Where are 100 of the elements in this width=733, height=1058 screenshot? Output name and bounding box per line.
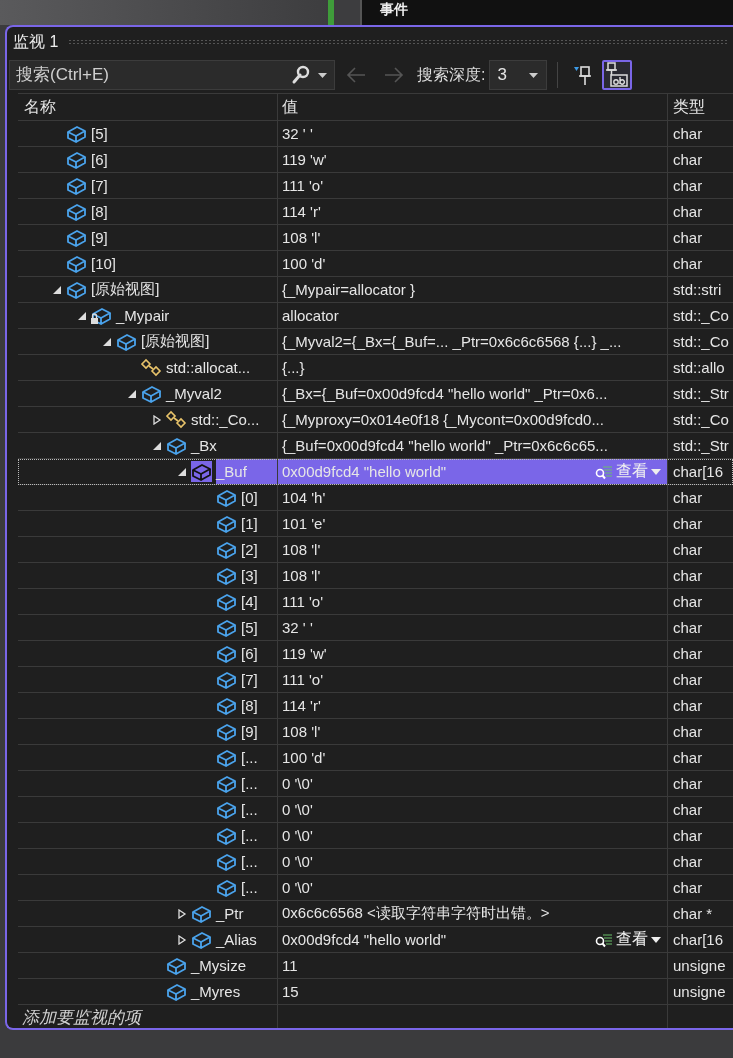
add-watch-field[interactable]: 添加要监视的项 xyxy=(18,1007,277,1028)
column-header[interactable]: 值 xyxy=(282,96,298,118)
variable-name: [3] xyxy=(241,567,258,584)
cube-icon xyxy=(216,539,237,560)
watch-row[interactable]: [原始视图] {_Myval2={_Bx={_Buf=... _Ptr=0x6c6c6568 {...} _... std::_Co xyxy=(18,329,733,355)
collapsed-arrow-icon[interactable] xyxy=(177,934,187,945)
watch-row[interactable]: [9] 108 'l' char xyxy=(18,225,733,251)
pin-value-button[interactable] xyxy=(602,60,633,90)
watch-row[interactable]: [8] 114 'r' char xyxy=(18,693,733,719)
watch-row[interactable]: [... 0 '\0' char xyxy=(18,797,733,823)
variable-value: 104 'h' xyxy=(282,489,326,506)
cube-icon xyxy=(216,643,237,664)
watch-row[interactable]: [... 0 '\0' char xyxy=(18,849,733,875)
expanded-arrow-icon[interactable] xyxy=(77,310,87,321)
cube-icon xyxy=(216,565,237,586)
variable-name: [5] xyxy=(91,125,108,142)
expanded-arrow-icon[interactable] xyxy=(127,388,137,399)
variable-value: 108 'l' xyxy=(282,723,321,740)
watch-row[interactable]: std::_Co... {_Myproxy=0x014e0f18 {_Mycont=0x00d9fcd0... std::_Co xyxy=(18,407,733,433)
column-header[interactable]: 类型 xyxy=(673,96,705,118)
variable-type: char xyxy=(673,723,703,740)
variable-name: [... xyxy=(241,879,258,896)
watch-row[interactable]: [7] 111 'o' char xyxy=(18,667,733,693)
variable-type: char xyxy=(673,671,703,688)
watch-row[interactable]: [0] 104 'h' char xyxy=(18,485,733,511)
column-header[interactable]: 名称 xyxy=(24,96,56,118)
cube-icon xyxy=(191,903,212,924)
watch-row[interactable]: _Myres 15 unsigne xyxy=(18,979,733,1005)
watch-row[interactable]: [9] 108 'l' char xyxy=(18,719,733,745)
variable-type: char xyxy=(673,697,703,714)
watch-row[interactable]: [... 0 '\0' char xyxy=(18,875,733,901)
expanded-arrow-icon[interactable] xyxy=(177,466,187,477)
caret-icon[interactable] xyxy=(318,73,327,78)
variable-type: char xyxy=(673,645,703,662)
watch-row[interactable]: _Alias 0x00d9fcd4 "hello world" 查看 char[16 xyxy=(18,927,733,953)
expanded-arrow-icon[interactable] xyxy=(102,336,112,347)
watch-row[interactable]: _Mysize 11 unsigne xyxy=(18,953,733,979)
cube-icon xyxy=(216,799,237,820)
depth-dropdown[interactable]: 3 xyxy=(489,60,548,90)
cube-icon xyxy=(66,253,87,274)
variable-value: 11 xyxy=(282,957,298,974)
watch-row[interactable]: [8] 114 'r' char xyxy=(18,199,733,225)
cube-icon xyxy=(216,773,237,794)
variable-type: char * xyxy=(673,905,713,922)
variable-name: std::_Co... xyxy=(191,411,260,428)
caret-icon xyxy=(651,936,661,943)
variable-name: [9] xyxy=(241,723,258,740)
watch-row[interactable]: [原始视图] {_Mypair=allocator } std::stri xyxy=(18,277,733,303)
variable-name: [8] xyxy=(91,203,108,220)
linked-diamonds-icon xyxy=(166,409,187,430)
expanded-arrow-icon[interactable] xyxy=(52,284,62,295)
variable-value: 111 'o' xyxy=(282,671,324,688)
variable-value: 0x00d9fcd4 "hello world" xyxy=(282,931,447,948)
watch-row[interactable]: [1] 101 'e' char xyxy=(18,511,733,537)
watch-row[interactable]: _Mypair allocator std::_Co xyxy=(18,303,733,329)
depth-label: 搜索深度: xyxy=(417,64,486,85)
cube-icon xyxy=(216,747,237,768)
cube-icon xyxy=(66,149,87,170)
variable-name: [4] xyxy=(241,593,258,610)
watch-row[interactable]: _Ptr 0x6c6c6568 <读取字符串字符时出错。> char * xyxy=(18,901,733,927)
watch-row[interactable]: [6] 119 'w' char xyxy=(18,147,733,173)
variable-value: 114 'r' xyxy=(282,203,321,220)
watch-row[interactable]: [10] 100 'd' char xyxy=(18,251,733,277)
cube-icon xyxy=(216,851,237,872)
search-field[interactable]: 搜索(Ctrl+E) xyxy=(9,60,335,90)
variable-value: 100 'd' xyxy=(282,255,326,272)
variable-name: [2] xyxy=(241,541,258,558)
view-button[interactable]: 查看 xyxy=(593,929,667,950)
variable-value: {_Bx={_Buf=0x00d9fcd4 "hello world" _Ptr=0x6... xyxy=(282,385,608,402)
variable-type: char xyxy=(673,749,703,766)
variable-value: 108 'l' xyxy=(282,567,321,584)
watch-row[interactable]: [... 0 '\0' char xyxy=(18,771,733,797)
watch-row[interactable]: [7] 111 'o' char xyxy=(18,173,733,199)
variable-value: 111 'o' xyxy=(282,593,324,610)
cube-icon xyxy=(216,669,237,690)
watch-row[interactable]: std::allocat... {...} std::allo xyxy=(18,355,733,381)
cube-icon xyxy=(66,175,87,196)
watch-row[interactable]: [5] 32 ' ' char xyxy=(18,121,733,147)
collapsed-arrow-icon[interactable] xyxy=(177,908,187,919)
variable-name: _Myres xyxy=(191,983,241,1000)
cube-icon xyxy=(216,617,237,638)
view-button[interactable]: 查看 xyxy=(593,461,667,482)
cube-icon xyxy=(66,227,87,248)
watch-row[interactable]: [3] 108 'l' char xyxy=(18,563,733,589)
variable-type: std::_Str xyxy=(673,437,729,454)
variable-name: _Buf xyxy=(216,459,277,484)
variable-name: _Mysize xyxy=(191,957,246,974)
watch-row[interactable]: [4] 111 'o' char xyxy=(18,589,733,615)
watch-row[interactable]: [... 100 'd' char xyxy=(18,745,733,771)
expanded-arrow-icon[interactable] xyxy=(152,440,162,451)
watch-row[interactable]: [5] 32 ' ' char xyxy=(18,615,733,641)
watch-row[interactable]: [... 0 '\0' char xyxy=(18,823,733,849)
variable-type: char xyxy=(673,125,703,142)
variable-type: char xyxy=(673,567,703,584)
watch-row[interactable]: [6] 119 'w' char xyxy=(18,641,733,667)
variable-name: [8] xyxy=(241,697,258,714)
collapsed-arrow-icon[interactable] xyxy=(152,414,162,425)
variable-type: char xyxy=(673,229,703,246)
watch-row[interactable]: _Myval2 {_Bx={_Buf=0x00d9fcd4 "hello world" _Ptr=0x6... std::_Str xyxy=(18,381,733,407)
watch-row[interactable]: [2] 108 'l' char xyxy=(18,537,733,563)
